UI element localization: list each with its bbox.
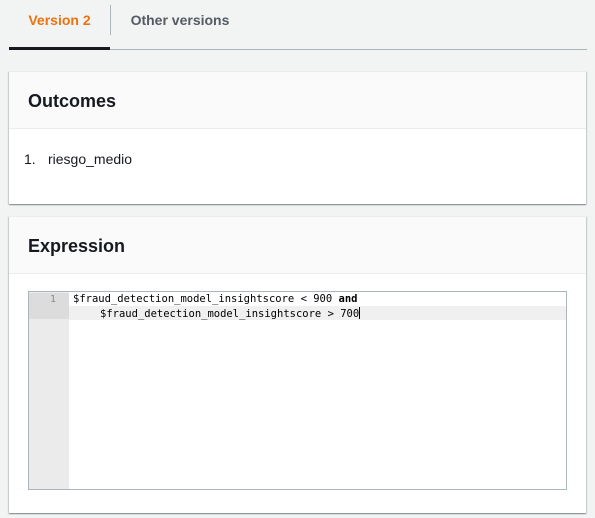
- line-number: 1: [49, 294, 56, 305]
- expression-panel: Expression 1 $fraud_detection_model_insi…: [9, 216, 586, 513]
- outcome-label: riesgo_medio: [48, 151, 133, 167]
- outcome-list: 1. riesgo_medio: [9, 129, 586, 169]
- list-item: 1. riesgo_medio: [24, 149, 586, 169]
- outcomes-title: Outcomes: [9, 72, 586, 129]
- code-text: $fraud_detection_model_insightscore > 70…: [100, 308, 360, 320]
- text-cursor: [359, 307, 361, 319]
- code-area[interactable]: $fraud_detection_model_insightscore < 90…: [69, 292, 566, 489]
- version-tabs: Version 2 Other versions: [0, 0, 595, 50]
- code-text: $fraud_detection_model_insightscore < 90…: [73, 293, 339, 305]
- expression-title: Expression: [9, 217, 586, 274]
- code-keyword: and: [338, 293, 358, 305]
- tab-strip: Version 2 Other versions: [9, 0, 587, 50]
- outcome-number: 1.: [24, 151, 36, 167]
- tab-other-versions[interactable]: Other versions: [110, 0, 250, 49]
- editor-gutter: 1: [29, 292, 69, 489]
- code-editor[interactable]: 1 $fraud_detection_model_insightscore < …: [28, 291, 567, 490]
- code-line-2: $fraud_detection_model_insightscore > 70…: [100, 307, 361, 321]
- tab-version-2[interactable]: Version 2: [9, 0, 110, 50]
- outcomes-panel: Outcomes 1. riesgo_medio: [9, 71, 586, 204]
- code-line-1: $fraud_detection_model_insightscore < 90…: [73, 293, 357, 306]
